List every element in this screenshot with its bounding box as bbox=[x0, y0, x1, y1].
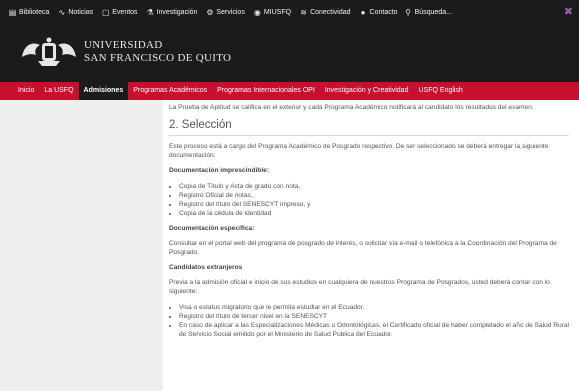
nav-item-investigacion[interactable]: Investigación y Creatividad bbox=[320, 82, 414, 100]
topbar-link-noticias[interactable]: ∿ Noticias bbox=[57, 8, 94, 17]
topbar-label: Biblioteca bbox=[19, 9, 50, 16]
user-circle-icon: ◉ bbox=[253, 8, 261, 17]
doc-imprescindible-list: Copia de Título y Acta de grado con nota… bbox=[169, 182, 569, 218]
doc-especifica-heading: Documentación específica: bbox=[169, 225, 255, 232]
list-item: Registro Oficial de notas, bbox=[179, 191, 569, 200]
topbar-link-conectividad[interactable]: ≋ Conectividad bbox=[299, 8, 350, 17]
list-item: Registro del título del SENESCYT impreso… bbox=[179, 200, 569, 209]
university-name-line1: UNIVERSIDAD bbox=[84, 39, 163, 51]
sidebar bbox=[0, 100, 163, 391]
nav-item-programas-internacionales[interactable]: Programas Internacionales OPI bbox=[212, 82, 320, 100]
calendar-icon: ▢ bbox=[101, 8, 110, 17]
university-name-line2: SAN FRANCISCO DE QUITO bbox=[84, 52, 232, 64]
rss-icon: ∿ bbox=[58, 8, 66, 17]
book-icon: ▤ bbox=[8, 8, 17, 17]
topbar-link-servicios[interactable]: ⚙ Servicios bbox=[205, 8, 245, 17]
close-icon[interactable]: ✖ bbox=[564, 5, 573, 18]
extranjeros-heading: Candidatos extranjeros bbox=[169, 264, 243, 271]
topbar-link-eventos[interactable]: ▢ Eventos bbox=[101, 8, 138, 17]
topbar-label: MIUSFQ bbox=[263, 9, 292, 16]
wifi-icon: ≋ bbox=[300, 8, 307, 17]
gear-icon: ⚙ bbox=[206, 8, 214, 17]
university-name: UNIVERSIDAD SAN FRANCISCO DE QUITO bbox=[84, 39, 231, 65]
search-icon: ⚲ bbox=[405, 8, 411, 17]
nav-item-usfq-english[interactable]: USFQ English bbox=[413, 82, 467, 100]
topbar-label: Contacto bbox=[369, 9, 398, 16]
nav-item-inicio[interactable]: Inicio bbox=[14, 82, 39, 100]
topbar-link-investigacion[interactable]: ⚗ Investigación bbox=[146, 8, 198, 17]
main-navigation: Inicio La USFQ Admisiones Programas Acad… bbox=[0, 82, 579, 100]
university-logo[interactable] bbox=[18, 35, 80, 69]
topbar-label: Servicios bbox=[216, 9, 245, 16]
section-intro: Este proceso está a cargo del Programa A… bbox=[169, 143, 549, 159]
list-item: Registro del título de tercer nivel en l… bbox=[179, 312, 569, 321]
extranjeros-text: Previa a la admisión oficial e inicio de… bbox=[169, 279, 550, 295]
chat-icon: ● bbox=[360, 8, 366, 17]
flask-icon: ⚗ bbox=[146, 8, 154, 17]
topbar-link-contacto[interactable]: ● Contacto bbox=[359, 8, 398, 17]
topbar-link-biblioteca[interactable]: ▤ Biblioteca bbox=[8, 8, 50, 17]
extranjeros-list: Visa o estatus migratorio que le permita… bbox=[169, 303, 569, 339]
search-label: Búsqueda... bbox=[414, 9, 452, 16]
list-item: Copia de Título y Acta de grado con nota… bbox=[179, 182, 569, 191]
main-content: La Prueba de Aptitud se califica en el e… bbox=[169, 103, 569, 339]
topbar-label: Investigación bbox=[156, 9, 198, 16]
intro-text: La Prueba de Aptitud se califica en el e… bbox=[169, 104, 534, 111]
list-item: En caso de aplicar a las Especializacion… bbox=[179, 321, 569, 339]
doc-especifica-text: Consultar en el portal web del programa … bbox=[169, 240, 557, 256]
site-header: UNIVERSIDAD SAN FRANCISCO DE QUITO bbox=[0, 25, 579, 82]
top-utility-bar: ▤ Biblioteca ∿ Noticias ▢ Eventos ⚗ Investig… bbox=[0, 0, 579, 25]
topbar-label: Eventos bbox=[112, 9, 138, 16]
nav-item-la-usfq[interactable]: La USFQ bbox=[39, 82, 78, 100]
nav-item-admisiones[interactable]: Admisiones bbox=[78, 82, 129, 100]
section-heading: 2. Selección bbox=[169, 118, 569, 136]
list-item: Copia de la cédula de identidad bbox=[179, 209, 569, 218]
topbar-link-miusfq[interactable]: ◉ MIUSFQ bbox=[253, 8, 291, 17]
topbar-label: Conectividad bbox=[310, 9, 351, 16]
topbar-label: Noticias bbox=[68, 9, 94, 16]
search-link[interactable]: ⚲ Búsqueda... bbox=[404, 8, 452, 17]
doc-imprescindible-heading: Documentación imprescindible: bbox=[169, 167, 270, 174]
nav-item-programas-academicos[interactable]: Programas Académicos bbox=[128, 82, 212, 100]
list-item: Visa o estatus migratorio que le permita… bbox=[179, 303, 569, 312]
